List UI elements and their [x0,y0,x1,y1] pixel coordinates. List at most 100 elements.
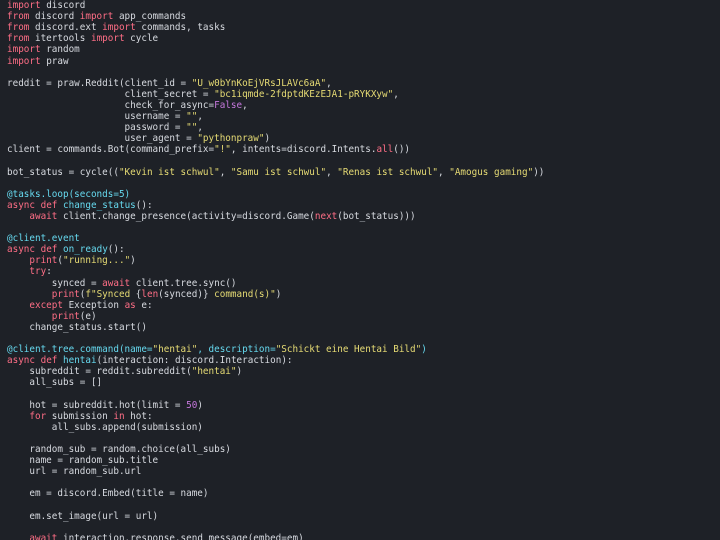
code-token: password = [7,122,186,133]
code-line: reddit = praw.Reddit(client_id = "U_w0bY… [7,78,332,89]
code-token [7,255,29,266]
code-token: f"Synced [85,289,135,300]
code-token: )) [533,167,544,178]
code-token: submission [46,411,113,422]
code-line: all_subs = [] [7,377,102,388]
code-token: async [7,200,35,211]
code-token: praw [41,56,69,67]
code-token: async [7,355,35,366]
code-line: await client.change_presence(activity=di… [7,211,416,222]
code-token: user_agent = [7,133,197,144]
code-line: await interaction.response.send_message(… [7,533,304,540]
code-line: @client.event [7,233,80,244]
code-token: discord [29,11,79,22]
code-token: except [29,300,63,311]
code-token: all_subs.append(submission) [7,422,203,433]
code-token: reddit = praw.Reddit(client_id = [7,78,192,89]
code-token: def [41,244,58,255]
code-line: bot_status = cycle(("Kevin ist schwul", … [7,167,544,178]
code-token: for [29,411,46,422]
code-token: async [7,244,35,255]
code-token: ) [276,289,282,300]
code-token: app_commands [113,11,186,22]
code-token: ()) [393,144,410,155]
code-token: client.change_presence(activity=discord.… [57,211,314,222]
code-token: , [438,167,449,178]
code-token [7,411,29,422]
code-token: , [197,122,203,133]
code-line: change_status.start() [7,322,147,333]
code-token: import [91,33,125,44]
code-line: from itertools import cycle [7,33,158,44]
code-token: import [7,56,41,67]
code-token: bot_status = cycle(( [7,167,119,178]
code-token: synced = [7,278,102,289]
code-line: import random [7,44,80,55]
code-token: as [125,300,136,311]
code-token: , intents=discord.Intents. [231,144,377,155]
code-token: , description= [197,344,275,355]
code-token: , [197,111,203,122]
code-token: "Samu ist schwul" [231,167,326,178]
code-token: import [80,11,114,22]
code-line: async def change_status(): [7,200,153,211]
code-token: all_subs = [] [7,377,102,388]
code-token: "Kevin ist schwul" [119,167,220,178]
code-line: random_sub = random.choice(all_subs) [7,444,231,455]
code-token: client_secret = [7,89,214,100]
code-token: url = random_sub.url [7,466,141,477]
code-token: , [326,78,332,89]
code-token: "bc1iqmde-2fdptdKEzEJA1-pRYKXyw" [214,89,393,100]
code-token: "running..." [63,255,130,266]
code-line: password = "", [7,122,203,133]
code-token: hentai [63,355,97,366]
code-token: "pythonpraw" [197,133,264,144]
code-line: except Exception as e: [7,300,153,311]
code-token: on_ready [63,244,108,255]
code-line: async def on_ready(): [7,244,125,255]
code-token: name = random_sub.title [7,455,158,466]
code-token: ) [421,344,427,355]
code-line: client_secret = "bc1iqmde-2fdptdKEzEJA1-… [7,89,399,100]
code-token [7,533,29,540]
code-line: print(e) [7,311,97,322]
code-token: @client.tree.command(name= [7,344,153,355]
code-token: random [41,44,80,55]
code-line: url = random_sub.url [7,466,141,477]
code-token: "" [186,122,197,133]
code-token [7,211,29,222]
code-token: Exception [63,300,125,311]
code-line: em.set_image(url = url) [7,511,158,522]
code-token: import [7,44,41,55]
code-line: import praw [7,56,69,67]
code-token: "hentai" [192,366,237,377]
code-token: , [326,167,337,178]
code-token: (e) [80,311,97,322]
code-line: user_agent = "pythonpraw") [7,133,270,144]
code-line: username = "", [7,111,203,122]
code-token [7,311,52,322]
code-token: import [7,0,41,11]
code-token: await [102,278,130,289]
code-token: "!" [214,144,231,155]
code-line: try: [7,266,52,277]
code-token: from [7,22,29,33]
code-token: print [52,289,80,300]
code-token: (): [108,244,125,255]
code-token: ) [237,366,243,377]
code-editor[interactable]: import discord from discord import app_co… [0,0,720,540]
code-token: ) [197,400,203,411]
code-token: (interaction: discord.Interaction): [97,355,293,366]
code-token: ) [130,255,136,266]
code-token: hot: [125,411,153,422]
code-line: synced = await client.tree.sync() [7,278,237,289]
code-token: change_status.start() [7,322,147,333]
code-token: em.set_image(url = url) [7,511,158,522]
code-token: print [29,255,57,266]
code-line: hot = subreddit.hot(limit = 50) [7,400,203,411]
code-token: next [315,211,337,222]
code-line: import discord [7,0,85,11]
code-token: commands, tasks [136,22,226,33]
code-token: from [7,33,29,44]
code-token: (bot_status))) [337,211,415,222]
